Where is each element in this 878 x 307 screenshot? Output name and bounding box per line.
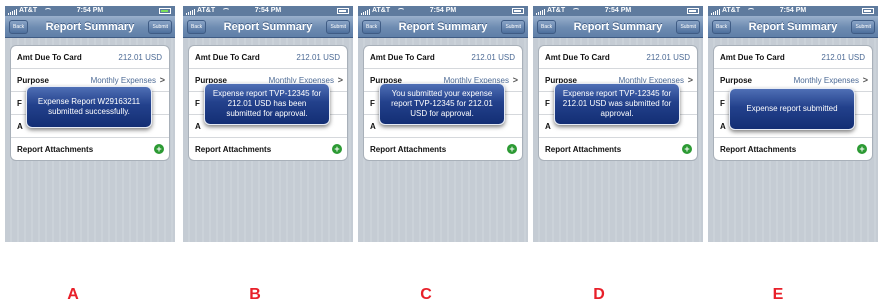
add-icon[interactable]: +: [857, 144, 867, 154]
amt-due-label: Amt Due To Card: [720, 53, 785, 62]
attachments-row[interactable]: Report Attachments +: [11, 138, 169, 160]
amt-due-row[interactable]: Amt Due To Card 212.01 USD: [714, 46, 872, 69]
attachments-row[interactable]: Report Attachments +: [364, 138, 522, 160]
row-label: A: [17, 122, 23, 131]
submit-button[interactable]: Submit: [148, 20, 172, 34]
submit-button[interactable]: Submit: [676, 20, 700, 34]
alert-popup[interactable]: Expense report submitted: [729, 88, 855, 130]
submit-button[interactable]: Submit: [851, 20, 875, 34]
nav-bar: Back Report Summary Submit: [5, 16, 175, 38]
alert-popup[interactable]: Expense report TVP-12345 for 212.01 USD …: [554, 83, 680, 125]
submit-button[interactable]: Submit: [326, 20, 350, 34]
amt-due-value: 212.01 USD: [118, 53, 162, 62]
amt-due-row[interactable]: Amt Due To Card 212.01 USD: [189, 46, 347, 69]
alert-popup[interactable]: Expense Report W29163211 submitted succe…: [26, 86, 152, 128]
option-label-c: C: [420, 286, 432, 303]
option-label-a: A: [67, 286, 79, 303]
alert-message: Expense Report W29163211 submitted succe…: [37, 97, 141, 116]
option-label-e: E: [772, 286, 784, 303]
add-icon[interactable]: +: [682, 144, 692, 154]
screenshot-comparison: AT&T 7:54 PM Back Report Summary Submit …: [0, 0, 878, 307]
add-icon[interactable]: +: [154, 144, 164, 154]
nav-bar: Back Report Summary Submit: [533, 16, 703, 38]
amt-due-row[interactable]: Amt Due To Card 212.01 USD: [364, 46, 522, 69]
row-label: A: [195, 122, 201, 131]
attachments-label: Report Attachments: [17, 145, 94, 154]
chevron-right-icon: >: [512, 75, 518, 85]
status-bar: AT&T 7:54 PM: [708, 6, 878, 16]
amt-due-row[interactable]: Amt Due To Card 212.01 USD: [539, 46, 697, 69]
amt-due-value: 212.01 USD: [646, 53, 690, 62]
battery-icon: [512, 8, 524, 14]
alert-message: Expense report TVP-12345 for 212.01 USD …: [212, 89, 322, 118]
option-label-b: B: [249, 286, 261, 303]
status-bar: AT&T 7:54 PM: [533, 6, 703, 16]
attachments-row[interactable]: Report Attachments +: [714, 138, 872, 160]
battery-icon: [687, 8, 699, 14]
amt-due-value: 212.01 USD: [471, 53, 515, 62]
amt-due-label: Amt Due To Card: [17, 53, 82, 62]
attachments-label: Report Attachments: [370, 145, 447, 154]
alert-popup[interactable]: You submitted your expense report TVP-12…: [379, 83, 505, 125]
nav-bar: Back Report Summary Submit: [708, 16, 878, 38]
phone-screen-d: AT&T 7:54 PM Back Report Summary Submit …: [533, 6, 703, 242]
status-bar: AT&T 7:54 PM: [183, 6, 353, 16]
phone-screen-e: AT&T 7:54 PM Back Report Summary Submit …: [708, 6, 878, 242]
chevron-right-icon: >: [687, 75, 693, 85]
row-label: F: [195, 99, 200, 108]
status-bar: AT&T 7:54 PM: [5, 6, 175, 16]
row-label: F: [545, 99, 550, 108]
nav-bar: Back Report Summary Submit: [358, 16, 528, 38]
submit-button[interactable]: Submit: [501, 20, 525, 34]
chevron-right-icon: >: [862, 75, 868, 85]
status-time: 7:54 PM: [76, 7, 104, 14]
amt-due-label: Amt Due To Card: [370, 53, 435, 62]
phone-screen-c: AT&T 7:54 PM Back Report Summary Submit …: [358, 6, 528, 242]
amt-due-value: 212.01 USD: [821, 53, 865, 62]
status-bar: AT&T 7:54 PM: [358, 6, 528, 16]
row-label: F: [720, 99, 725, 108]
status-time: 7:54 PM: [604, 7, 632, 14]
amt-due-value: 212.01 USD: [296, 53, 340, 62]
option-label-d: D: [593, 286, 605, 303]
row-label: F: [370, 99, 375, 108]
row-label: A: [370, 122, 376, 131]
status-time: 7:54 PM: [429, 7, 457, 14]
battery-icon: [862, 8, 874, 14]
attachments-label: Report Attachments: [195, 145, 272, 154]
alert-message: You submitted your expense report TVP-12…: [391, 89, 493, 118]
amt-due-row[interactable]: Amt Due To Card 212.01 USD: [11, 46, 169, 69]
attachments-label: Report Attachments: [720, 145, 797, 154]
status-time: 7:54 PM: [779, 7, 807, 14]
amt-due-label: Amt Due To Card: [195, 53, 260, 62]
phone-screen-a: AT&T 7:54 PM Back Report Summary Submit …: [5, 6, 175, 242]
row-label: A: [720, 122, 726, 131]
alert-popup[interactable]: Expense report TVP-12345 for 212.01 USD …: [204, 83, 330, 125]
status-time: 7:54 PM: [254, 7, 282, 14]
chevron-right-icon: >: [337, 75, 343, 85]
attachments-label: Report Attachments: [545, 145, 622, 154]
add-icon[interactable]: +: [507, 144, 517, 154]
chevron-right-icon: >: [159, 75, 165, 85]
attachments-row[interactable]: Report Attachments +: [539, 138, 697, 160]
battery-icon: [159, 8, 171, 14]
alert-message: Expense report TVP-12345 for 212.01 USD …: [562, 89, 672, 118]
battery-icon: [337, 8, 349, 14]
alert-message: Expense report submitted: [746, 104, 838, 113]
nav-bar: Back Report Summary Submit: [183, 16, 353, 38]
row-label: F: [17, 99, 22, 108]
phone-screen-b: AT&T 7:54 PM Back Report Summary Submit …: [183, 6, 353, 242]
row-label: A: [545, 122, 551, 131]
amt-due-label: Amt Due To Card: [545, 53, 610, 62]
add-icon[interactable]: +: [332, 144, 342, 154]
attachments-row[interactable]: Report Attachments +: [189, 138, 347, 160]
